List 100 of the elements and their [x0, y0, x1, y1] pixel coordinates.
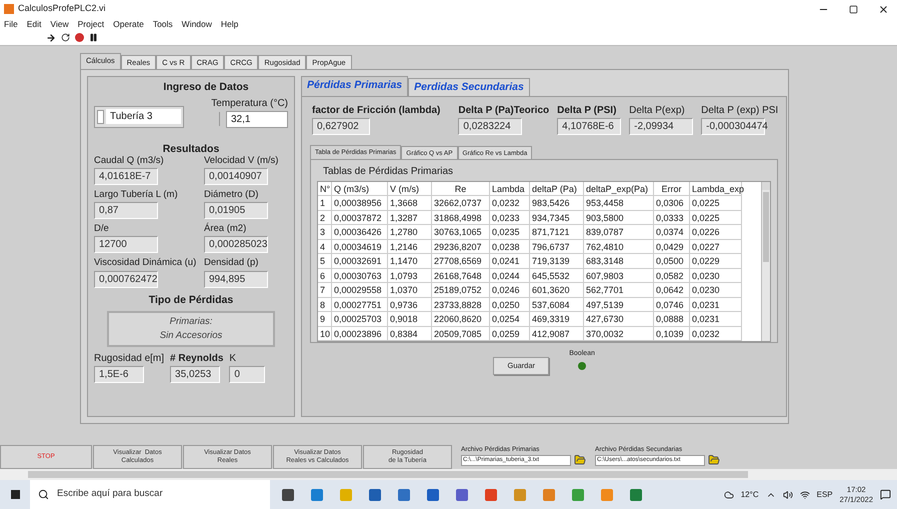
- close-icon[interactable]: [878, 4, 889, 14]
- table-cell: 0,00030763: [332, 268, 388, 283]
- table-cell: 0,00025703: [332, 312, 388, 326]
- table-cell: 31868,4998: [432, 210, 490, 225]
- tab[interactable]: Pérdidas Primarias: [301, 76, 408, 96]
- run-icon[interactable]: [46, 32, 56, 42]
- table-cell: 0,0231: [690, 298, 742, 312]
- table-cell: 0,9018: [388, 312, 432, 326]
- taskbar-app-icon[interactable]: [369, 488, 381, 500]
- menu-item[interactable]: Edit: [26, 18, 42, 30]
- column-header: Q (m3/s): [332, 182, 388, 196]
- field-label: Temperatura (°C): [211, 96, 288, 111]
- table-cell: 719,3139: [530, 254, 584, 268]
- windows-logo-icon[interactable]: [10, 490, 20, 499]
- table-cell: 562,7701: [584, 283, 654, 298]
- table-cell: 0,00038956: [332, 196, 388, 210]
- tab[interactable]: Perdidas Secundarias: [408, 78, 530, 96]
- table-cell: 0,0888: [654, 312, 690, 326]
- table-cell: 0,0429: [654, 240, 690, 254]
- wifi-icon[interactable]: [800, 490, 810, 500]
- app-icon: [4, 4, 14, 14]
- value-display: -2,09934: [629, 118, 694, 135]
- taskbar-app-icon[interactable]: [485, 488, 497, 500]
- taskbar-app-icon[interactable]: [456, 488, 468, 500]
- menu-item[interactable]: Window: [182, 18, 212, 30]
- value-display: 0,000285023: [204, 236, 268, 254]
- horizontal-scrollbar[interactable]: [0, 469, 897, 480]
- speaker-icon[interactable]: [782, 490, 793, 500]
- table-cell: 601,3620: [530, 283, 584, 298]
- field-label: Diámetro (D): [204, 188, 260, 202]
- table-cell: 1,3287: [388, 210, 432, 225]
- weather-icon: [724, 490, 734, 500]
- table-cell: 0,9736: [388, 298, 432, 312]
- table-cell: 1,2780: [388, 225, 432, 240]
- window-title: CalculosProfePLC2.vi: [18, 2, 107, 16]
- table-cell: 796,6737: [530, 240, 584, 254]
- table-cell: 0,0227: [690, 240, 742, 254]
- language-indicator[interactable]: ESP: [816, 488, 833, 500]
- table-title: Tablas de Pérdidas Primarias: [322, 165, 454, 179]
- temperature-field[interactable]: 32,1: [226, 110, 288, 128]
- scrollbar[interactable]: [761, 182, 770, 341]
- table-cell: 0,0500: [654, 254, 690, 268]
- maximize-icon[interactable]: [849, 4, 858, 14]
- taskbar-search-field[interactable]: Escribe aquí para buscar: [30, 480, 270, 509]
- table-cell: 1,1470: [388, 254, 432, 268]
- field-label: K: [229, 352, 236, 366]
- table-cell: 3: [318, 225, 332, 240]
- value-display: 0,01905: [204, 202, 268, 219]
- value-display: 4,10768E-6: [557, 118, 622, 135]
- value-display: 0,627902: [312, 118, 370, 135]
- menu-item[interactable]: File: [4, 18, 18, 30]
- table-cell: 22060,8620: [432, 312, 490, 326]
- table-cell: 953,4458: [584, 196, 654, 210]
- table-cell: 0,0232: [490, 196, 530, 210]
- spinner-icon[interactable]: [97, 110, 104, 124]
- table-cell: 4: [318, 240, 332, 254]
- table-cell: 0,0230: [690, 268, 742, 283]
- table-cell: 934,7345: [530, 210, 584, 225]
- value-display: 0: [229, 366, 266, 384]
- table-cell: 0,0246: [490, 283, 530, 298]
- value-display: 0,000762472: [94, 270, 158, 288]
- menu-item[interactable]: Tools: [152, 18, 173, 30]
- table-cell: 0,00029558: [332, 283, 388, 298]
- notification-icon[interactable]: [880, 489, 891, 500]
- taskbar-app-icon[interactable]: [427, 488, 439, 500]
- field-label: Delta P (Pa)Teorico: [458, 104, 550, 118]
- table-cell: 0,0225: [690, 210, 742, 225]
- table-cell: 1,0793: [388, 268, 432, 283]
- table-cell: 0,0244: [490, 268, 530, 283]
- taskbar-app-icon[interactable]: [630, 488, 642, 500]
- run-continuously-icon[interactable]: [61, 33, 70, 42]
- browse-folder-icon[interactable]: [708, 454, 720, 466]
- table-cell: 1,2146: [388, 240, 432, 254]
- loss-type-display: Primarias: Sin Accesorios: [107, 311, 275, 348]
- table-cell: 8: [318, 298, 332, 312]
- menu-item[interactable]: Project: [78, 18, 104, 30]
- taskbar-app-icon[interactable]: [398, 488, 410, 500]
- table-cell: 7: [318, 283, 332, 298]
- pipe-selector[interactable]: Tubería 3: [94, 106, 184, 128]
- menu-item[interactable]: Help: [220, 18, 238, 30]
- taskbar-app-icon[interactable]: [282, 488, 294, 500]
- table-cell: 839,0787: [584, 225, 654, 240]
- table-cell: 0,0235: [490, 225, 530, 240]
- column-header: deltaP (Pa): [530, 182, 584, 196]
- table-cell: 427,6730: [584, 312, 654, 326]
- table-cell: 27708,6569: [432, 254, 490, 268]
- browse-folder-icon[interactable]: [574, 454, 586, 466]
- section-title: Tipo de Pérdidas: [148, 292, 234, 308]
- table-cell: 0,00032691: [332, 254, 388, 268]
- table-cell: 32662,0737: [432, 196, 490, 210]
- taskbar-app-icon[interactable]: [311, 488, 323, 500]
- table-cell: 0,0238: [490, 240, 530, 254]
- table-cell: 0,0230: [690, 283, 742, 298]
- table-cell: 1,0370: [388, 283, 432, 298]
- pause-icon[interactable]: [89, 33, 98, 42]
- menu-item[interactable]: Operate: [113, 18, 144, 30]
- abort-icon[interactable]: [75, 33, 84, 42]
- table-cell: 871,7121: [530, 225, 584, 240]
- menu-item[interactable]: View: [50, 18, 69, 30]
- table-cell: 0,0241: [490, 254, 530, 268]
